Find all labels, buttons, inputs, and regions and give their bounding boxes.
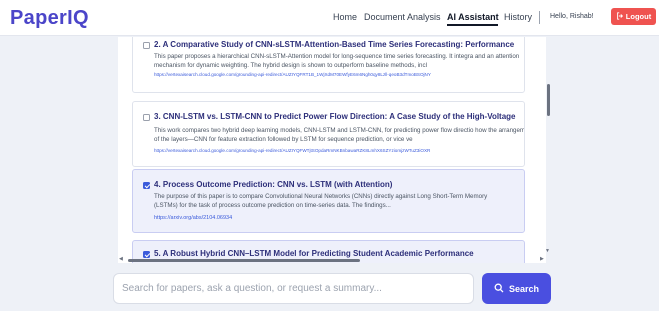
results-panel[interactable]: 2. A Comparative Study of CNN-sLSTM-Atte… [118,37,546,263]
result-checkbox[interactable] [143,42,150,49]
result-card[interactable]: 2. A Comparative Study of CNN-sLSTM-Atte… [132,37,525,93]
search-button-label: Search [508,283,540,294]
nav-history-link[interactable]: History [504,12,532,22]
search-box[interactable] [113,273,474,304]
result-link[interactable]: https://vertexaisearch.cloud.google.com/… [154,148,430,153]
top-nav-bar: PaperIQ Home Document Analysis AI Assist… [0,0,659,36]
result-title[interactable]: 3. CNN-LSTM vs. LSTM-CNN to Predict Powe… [154,112,516,121]
logout-button[interactable]: Logout [611,8,656,25]
nav-ai-assistant-link[interactable]: AI Assistant [447,12,499,22]
result-description: This paper proposes a hierarchical CNN-s… [154,53,520,69]
logout-label: Logout [625,12,652,21]
scroll-down-arrow-icon[interactable]: ▼ [545,248,550,254]
search-input[interactable] [122,274,467,303]
result-title[interactable]: 4. Process Outcome Prediction: CNN vs. L… [154,180,392,189]
search-button[interactable]: Search [482,273,551,304]
search-icon [494,283,504,295]
result-checkbox[interactable] [143,114,150,121]
logout-arrow-icon [616,11,624,22]
nav-document-analysis-link[interactable]: Document Analysis [364,12,441,22]
vertical-scrollbar-thumb[interactable] [547,84,550,116]
nav-divider [539,11,540,24]
result-card-selected[interactable]: 4. Process Outcome Prediction: CNN vs. L… [132,169,525,233]
scroll-right-arrow-icon[interactable]: ▶ [540,256,544,262]
result-link[interactable]: https://vertexaisearch.cloud.google.com/… [154,72,431,77]
result-description: The purpose of this paper is to compare … [154,193,488,209]
result-title[interactable]: 2. A Comparative Study of CNN-sLSTM-Atte… [154,40,514,49]
app-logo[interactable]: PaperIQ [10,7,89,30]
user-greeting: Hello, Rishab! [550,13,594,20]
result-checkbox-checked[interactable] [143,182,150,189]
horizontal-scrollbar-thumb[interactable] [128,259,360,262]
result-description: This work compares two hybrid deep learn… [154,127,525,143]
scroll-left-arrow-icon[interactable]: ◀ [119,256,123,262]
result-card[interactable]: 3. CNN-LSTM vs. LSTM-CNN to Predict Powe… [132,101,525,167]
active-tab-underline [447,24,498,26]
nav-home-link[interactable]: Home [333,12,357,22]
result-link[interactable]: https://arxiv.org/abs/2104.06934 [154,215,232,221]
